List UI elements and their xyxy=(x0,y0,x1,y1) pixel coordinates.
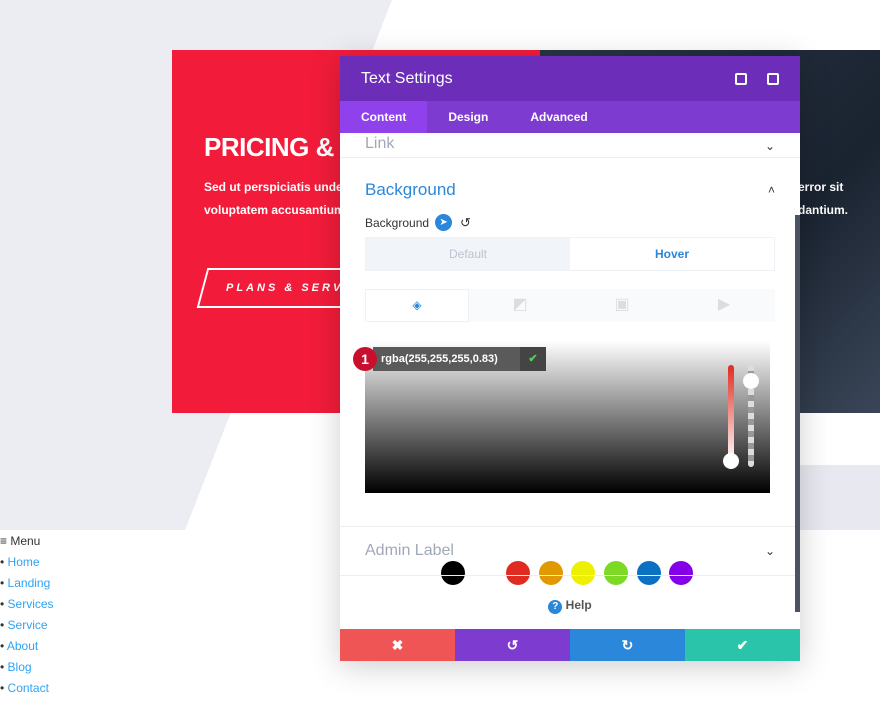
help-icon: ? xyxy=(548,600,563,614)
state-hover[interactable]: Hover xyxy=(570,238,774,270)
menu-item-blog[interactable]: Blog xyxy=(0,657,54,678)
menu-item-landing[interactable]: Landing xyxy=(0,573,54,594)
close-button[interactable]: ✖ xyxy=(340,629,455,661)
menu-item-service[interactable]: Service xyxy=(0,615,54,636)
tab-content[interactable]: Content xyxy=(340,101,428,133)
fallback-menu: ≡ Menu Home Landing Services Service Abo… xyxy=(0,534,54,699)
state-default[interactable]: Default xyxy=(366,238,570,270)
hue-slider[interactable] xyxy=(728,365,734,463)
scrollbar[interactable] xyxy=(795,215,800,612)
menu-item-contact[interactable]: Contact xyxy=(0,678,54,699)
hue-handle[interactable] xyxy=(723,453,739,469)
alpha-handle[interactable] xyxy=(743,373,759,389)
modal-header: Text Settings xyxy=(340,56,800,101)
sidebar-toggle-icon[interactable] xyxy=(767,72,779,85)
tab-advanced[interactable]: Advanced xyxy=(509,101,608,133)
section-title: Background xyxy=(365,180,456,199)
background-block xyxy=(800,465,880,530)
text-settings-modal: Text Settings Content Design Advanced Li… xyxy=(340,56,800,661)
field-label: Background xyxy=(365,215,430,230)
step-badge: 1 xyxy=(353,347,377,371)
chevron-up-icon[interactable]: ˄ xyxy=(768,183,775,197)
modal-footer: ✖ ↺ ↻ ✔ xyxy=(340,629,800,661)
menu-item-about[interactable]: About xyxy=(0,636,54,657)
tab-design[interactable]: Design xyxy=(427,101,509,133)
hover-cursor-icon[interactable]: ➤ xyxy=(435,214,453,231)
menu-item-services[interactable]: Services xyxy=(0,594,54,615)
chevron-down-icon: ⌄ xyxy=(764,139,775,153)
background-section: Background ˄ Background ➤ ↺ Default Hove… xyxy=(340,158,800,322)
menu-label: ≡ Menu xyxy=(0,534,41,548)
image-tab[interactable]: ▣ xyxy=(571,289,673,322)
redo-button[interactable]: ↻ xyxy=(570,629,685,661)
modal-tabs: Content Design Advanced xyxy=(340,101,800,133)
modal-body: Link ⌄ Background ˄ Background ➤ ↺ Defaul… xyxy=(340,133,800,629)
hero-text: Sed ut perspiciatis unde o voluptatem acc… xyxy=(204,180,354,217)
link-section[interactable]: Link ⌄ xyxy=(340,133,800,158)
video-tab[interactable]: ▶ xyxy=(673,289,775,322)
help-link[interactable]: ? Help xyxy=(340,598,800,614)
save-button[interactable]: ✔ xyxy=(685,629,800,661)
menu-item-home[interactable]: Home xyxy=(0,552,54,573)
undo-button[interactable]: ↺ xyxy=(455,629,570,661)
hero-right-text: error sit dantium. xyxy=(798,180,848,217)
reset-icon[interactable]: ↺ xyxy=(460,215,471,231)
chevron-down-icon: ⌄ xyxy=(764,544,775,558)
confirm-color-icon[interactable]: ✔ xyxy=(520,347,546,371)
color-value-field[interactable]: rgba(255,255,255,0.83) ✔ xyxy=(373,347,546,371)
fullscreen-icon[interactable] xyxy=(735,72,747,85)
modal-title: Text Settings xyxy=(361,69,453,87)
color-tab[interactable]: ◈ xyxy=(365,289,469,322)
admin-label-section[interactable]: Admin Label ⌄ xyxy=(340,526,800,576)
gradient-tab[interactable]: ◩ xyxy=(469,289,571,322)
